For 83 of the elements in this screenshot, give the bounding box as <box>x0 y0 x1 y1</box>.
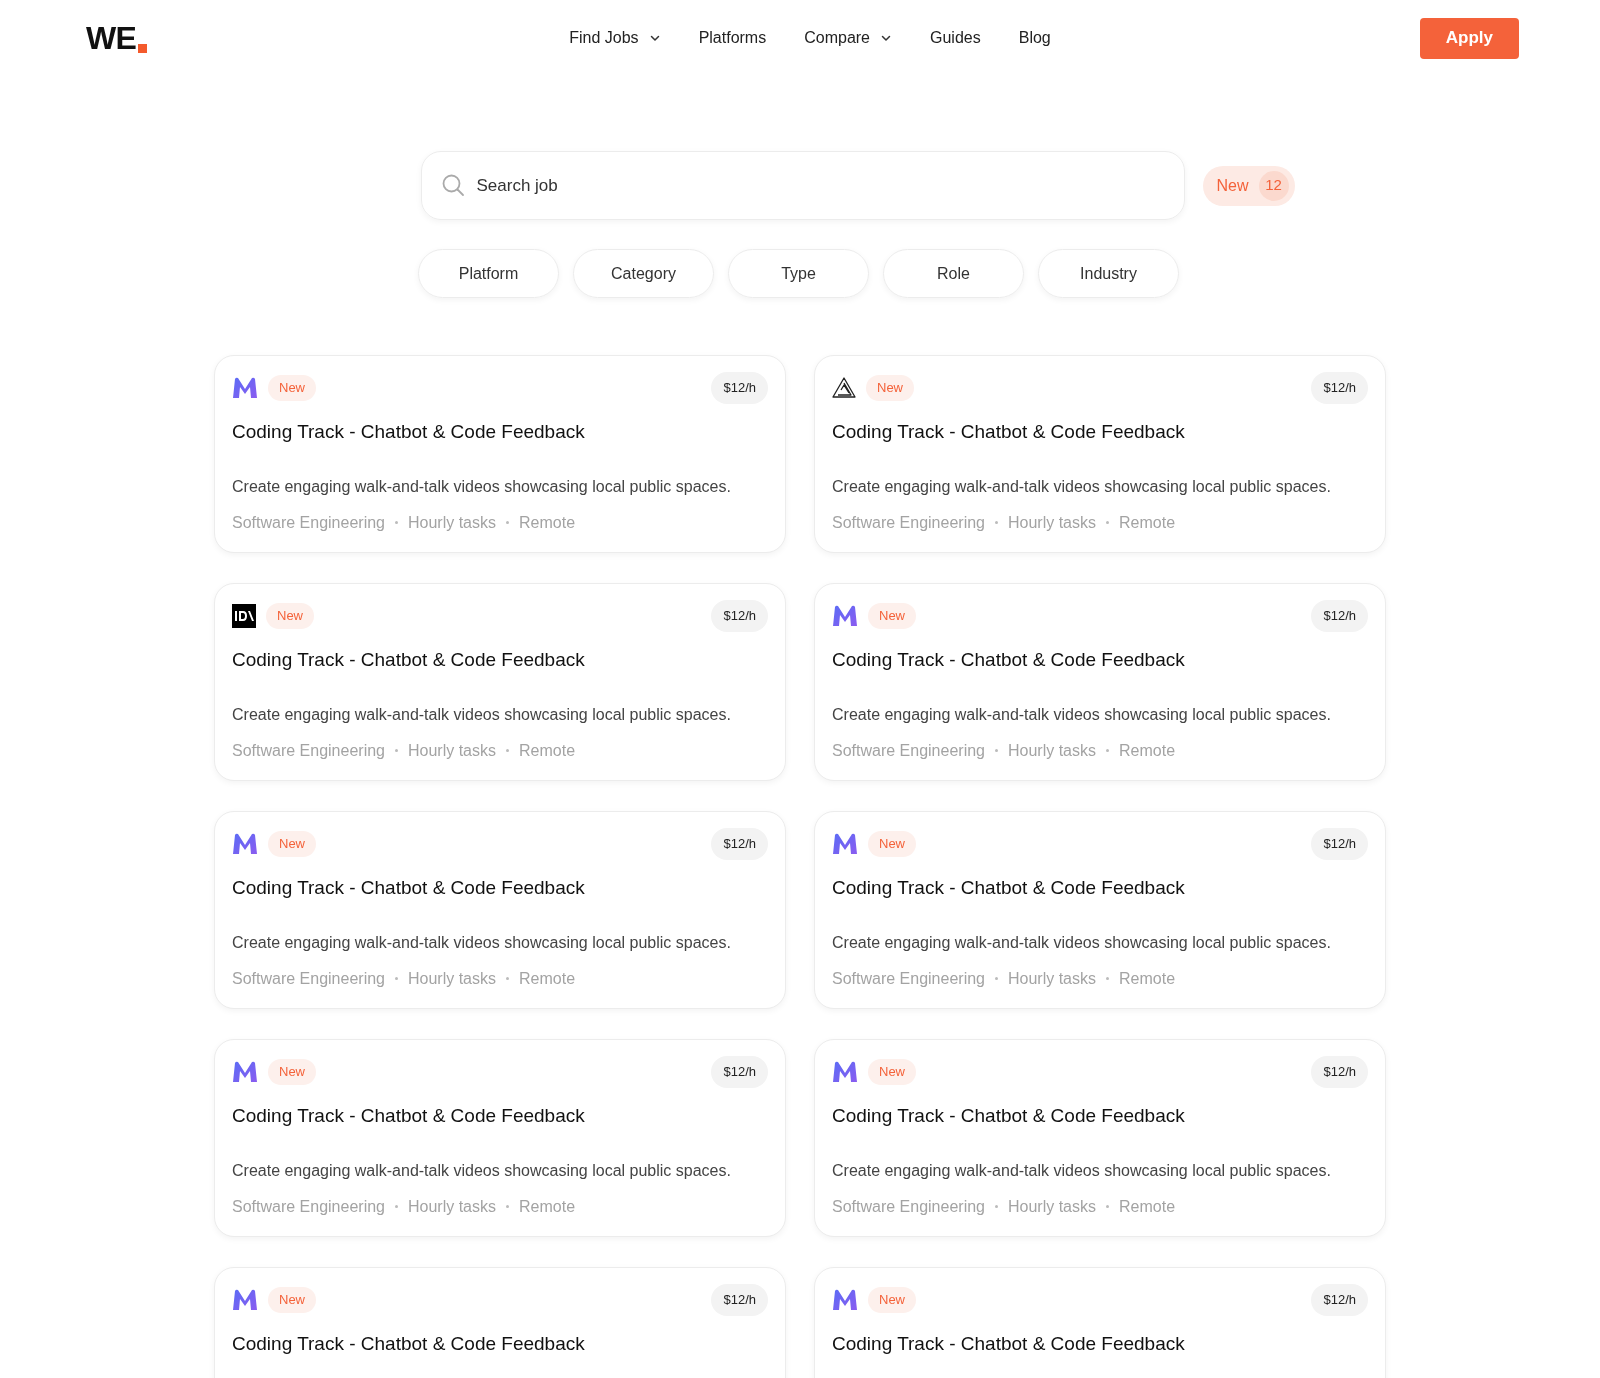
job-card[interactable]: New $12/h Coding Track - Chatbot & Code Feedback Create engaging walk-and-talk videos showcasing local public spaces. Software Engineering Hourly tasks Remote <box>814 811 1386 1009</box>
job-tag: Software Engineering <box>232 738 385 763</box>
job-card[interactable]: New $12/h Coding Track - Chatbot & Code Feedback Create engaging walk-and-talk videos showcasing local public spaces. Software Engineering Hourly tasks Remote <box>814 583 1386 781</box>
job-title: Coding Track - Chatbot & Code Feedback <box>232 1332 586 1356</box>
job-description: Create engaging walk-and-talk videos showcasing local public spaces. <box>832 1160 1332 1181</box>
new-badge: New <box>868 1059 916 1085</box>
nav-link[interactable]: Guides <box>930 26 981 50</box>
job-tag: Hourly tasks <box>408 510 496 535</box>
logo-square-icon <box>137 44 147 53</box>
job-title: Coding Track - Chatbot & Code Feedback <box>232 876 586 900</box>
job-title: Coding Track - Chatbot & Code Feedback <box>232 420 586 444</box>
job-card[interactable]: New $12/h Coding Track - Chatbot & Code Feedback Create engaging walk-and-talk videos showcasing local public spaces. Software Engineering Hourly tasks Remote <box>814 1039 1386 1237</box>
job-description: Create engaging walk-and-talk videos showcasing local public spaces. <box>232 1160 732 1181</box>
rate-badge: $12/h <box>1311 828 1368 860</box>
job-tag: Hourly tasks <box>408 738 496 763</box>
new-badge: New <box>268 1287 316 1313</box>
job-title: Coding Track - Chatbot & Code Feedback <box>832 420 1186 444</box>
job-tag: Software Engineering <box>232 966 385 991</box>
nav-link[interactable]: Blog <box>1018 26 1051 50</box>
job-tag: Hourly tasks <box>1008 510 1096 535</box>
new-badge: New <box>266 603 314 629</box>
job-tag: Software Engineering <box>832 1194 985 1219</box>
job-tag: Hourly tasks <box>408 966 496 991</box>
rate-badge: $12/h <box>1311 372 1368 404</box>
job-tag: Remote <box>1119 738 1176 763</box>
nav-link[interactable]: Platforms <box>698 26 767 50</box>
rate-badge: $12/h <box>1311 1284 1368 1316</box>
job-card[interactable]: New $12/h Coding Track - Chatbot & Code Feedback <box>814 1267 1386 1378</box>
job-tag: Remote <box>519 738 576 763</box>
rate-badge: $12/h <box>1311 1056 1368 1088</box>
new-badge: New <box>268 831 316 857</box>
rate-badge: $12/h <box>711 1056 768 1088</box>
job-tag: Hourly tasks <box>408 1194 496 1219</box>
search-icon <box>441 173 466 197</box>
job-card[interactable]: New $12/h Coding Track - Chatbot & Code Feedback Create engaging walk-and-talk videos showcasing local public spaces. Software Engineering Hourly tasks Remote <box>214 583 786 781</box>
job-title: Coding Track - Chatbot & Code Feedback <box>832 1332 1186 1356</box>
new-badge: New <box>868 603 916 629</box>
job-description: Create engaging walk-and-talk videos showcasing local public spaces. <box>232 476 732 497</box>
job-tag: Hourly tasks <box>1008 966 1096 991</box>
new-badge: New <box>868 831 916 857</box>
job-card[interactable]: New $12/h Coding Track - Chatbot & Code Feedback Create engaging walk-and-talk videos showcasing local public spaces. Software Engineering Hourly tasks Remote <box>814 355 1386 553</box>
nav-link[interactable]: Find Jobs <box>569 26 661 50</box>
job-title: Coding Track - Chatbot & Code Feedback <box>232 648 586 672</box>
job-tag: Software Engineering <box>832 738 985 763</box>
job-card[interactable]: New $12/h Coding Track - Chatbot & Code Feedback Create engaging walk-and-talk videos showcasing local public spaces. Software Engineering Hourly tasks Remote <box>214 1039 786 1237</box>
job-tag: Remote <box>519 510 576 535</box>
job-tag: Hourly tasks <box>1008 738 1096 763</box>
job-card[interactable]: New $12/h Coding Track - Chatbot & Code Feedback <box>214 1267 786 1378</box>
rate-badge: $12/h <box>711 828 768 860</box>
job-description: Create engaging walk-and-talk videos showcasing local public spaces. <box>832 932 1332 953</box>
job-tag: Remote <box>1119 966 1176 991</box>
job-card[interactable]: New $12/h Coding Track - Chatbot & Code Feedback Create engaging walk-and-talk videos showcasing local public spaces. Software Engineering Hourly tasks Remote <box>214 355 786 553</box>
search-field[interactable]: Search job <box>421 151 1186 220</box>
job-description: Create engaging walk-and-talk videos showcasing local public spaces. <box>832 476 1332 497</box>
rate-badge: $12/h <box>711 1284 768 1316</box>
job-tag: Remote <box>1119 510 1176 535</box>
brand-logo[interactable]: WE <box>86 22 136 54</box>
job-tag: Remote <box>1119 1194 1176 1219</box>
rate-badge: $12/h <box>711 600 768 632</box>
job-tag: Remote <box>519 966 576 991</box>
job-title: Coding Track - Chatbot & Code Feedback <box>832 876 1186 900</box>
job-title: Coding Track - Chatbot & Code Feedback <box>832 648 1186 672</box>
job-tag: Hourly tasks <box>1008 1194 1096 1219</box>
job-card[interactable]: New $12/h Coding Track - Chatbot & Code Feedback Create engaging walk-and-talk videos showcasing local public spaces. Software Engineering Hourly tasks Remote <box>214 811 786 1009</box>
job-tag: Software Engineering <box>232 1194 385 1219</box>
new-badge: New <box>868 1287 916 1313</box>
new-badge: New <box>866 375 914 401</box>
new-badge: New <box>268 375 316 401</box>
job-tag: Software Engineering <box>232 510 385 535</box>
job-title: Coding Track - Chatbot & Code Feedback <box>232 1104 586 1128</box>
job-tag: Software Engineering <box>832 510 985 535</box>
job-tag: Software Engineering <box>832 966 985 991</box>
new-label: New <box>1216 175 1249 196</box>
nav-link[interactable]: Compare <box>804 26 892 50</box>
job-description: Create engaging walk-and-talk videos showcasing local public spaces. <box>232 704 732 725</box>
new-count: 12 <box>1258 170 1289 201</box>
rate-badge: $12/h <box>1311 600 1368 632</box>
new-badge: New <box>268 1059 316 1085</box>
job-description: Create engaging walk-and-talk videos showcasing local public spaces. <box>832 704 1332 725</box>
job-title: Coding Track - Chatbot & Code Feedback <box>832 1104 1186 1128</box>
job-tag: Remote <box>519 1194 576 1219</box>
rate-badge: $12/h <box>711 372 768 404</box>
job-description: Create engaging walk-and-talk videos showcasing local public spaces. <box>232 932 732 953</box>
